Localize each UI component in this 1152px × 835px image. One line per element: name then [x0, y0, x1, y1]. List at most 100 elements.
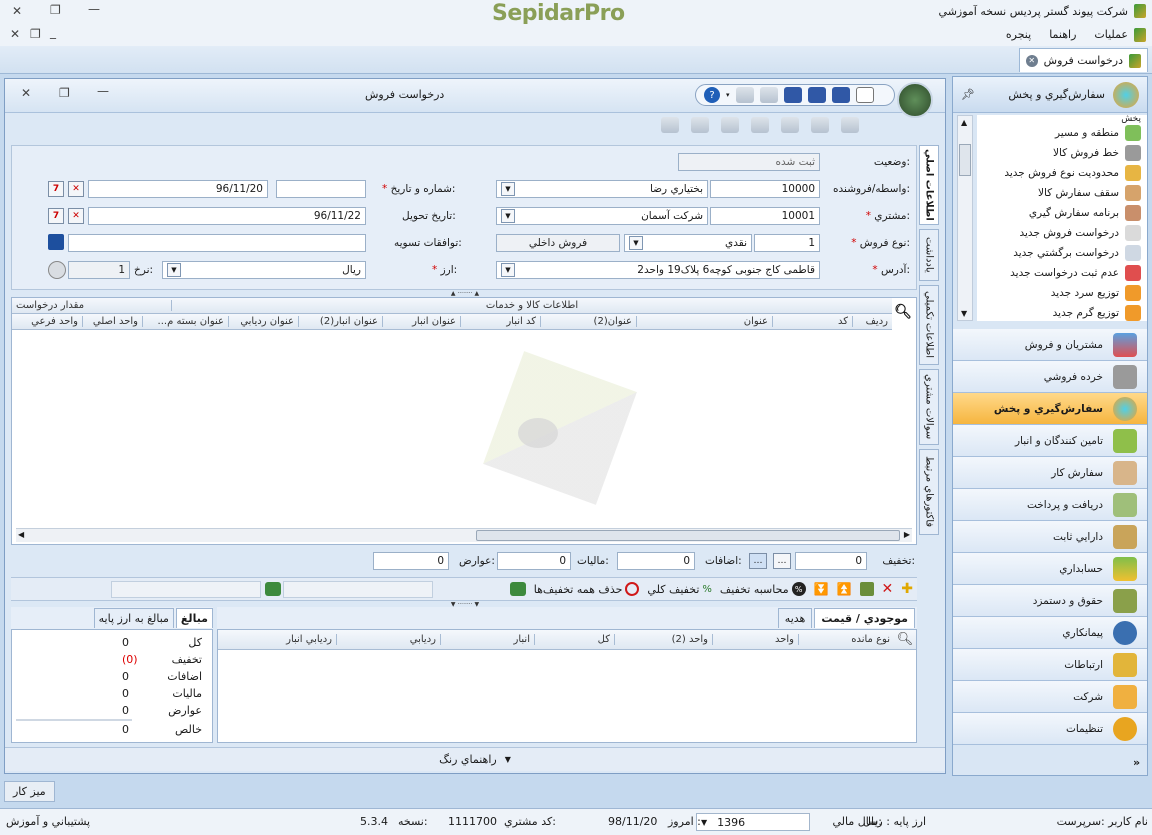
delivery-date-field[interactable]: 96/11/22: [88, 207, 366, 225]
scroll-thumb[interactable]: [959, 144, 971, 176]
module-communications[interactable]: ارتباطات: [953, 649, 1147, 681]
vtab-related-invoices[interactable]: فاکتورهاي مرتبط: [919, 449, 939, 535]
save-icon[interactable]: [48, 234, 64, 250]
total-discount-button[interactable]: % تخفيف کلي: [647, 583, 712, 596]
search-icon[interactable]: 🔍︎: [894, 304, 912, 320]
duties-field[interactable]: 0: [373, 552, 449, 570]
chevron-down-icon[interactable]: ▼: [501, 182, 515, 196]
camera-add-icon[interactable]: [661, 117, 679, 133]
chevron-down-icon[interactable]: ▼: [501, 209, 515, 223]
scroll-thumb[interactable]: [476, 530, 900, 541]
calendar-icon[interactable]: 7: [48, 208, 64, 224]
vtab-main-info[interactable]: اطلاعات اصلي: [919, 145, 939, 225]
print-icon[interactable]: [735, 87, 754, 103]
new-document-icon[interactable]: [855, 87, 874, 103]
module-customers-sales[interactable]: مشتريان و فروش: [953, 329, 1147, 361]
camera-check-icon[interactable]: [841, 117, 859, 133]
module-contracting[interactable]: پيمانکاري: [953, 617, 1147, 649]
agent-name-field[interactable]: ▼ بختياري رضا: [496, 180, 708, 198]
discount-more-button[interactable]: …: [773, 553, 791, 569]
chevron-down-icon[interactable]: ▼: [167, 263, 181, 277]
camera-settings-icon[interactable]: [781, 117, 799, 133]
module-accounting[interactable]: حسابداري: [953, 553, 1147, 585]
col-code[interactable]: کد: [772, 316, 852, 327]
module-receipts-payments[interactable]: دريافت و پرداخت: [953, 489, 1147, 521]
delete-row-icon[interactable]: ✕: [882, 581, 894, 597]
module-company[interactable]: شرکت: [953, 681, 1147, 713]
tree-item[interactable]: توزيع سرد جديد: [977, 283, 1147, 303]
sale-type-name-field[interactable]: ▼ نقدي: [624, 234, 752, 252]
rate-refresh-icon[interactable]: [48, 261, 66, 279]
chevron-down-icon[interactable]: ▼: [629, 236, 643, 250]
discount-field[interactable]: 0: [795, 552, 867, 570]
tree-item[interactable]: توزيع گرم جديد: [977, 303, 1147, 321]
agent-code-field[interactable]: 10000: [710, 180, 820, 198]
tree-item[interactable]: منطقه و مسير: [977, 123, 1147, 143]
tree-item[interactable]: عدم ثبت درخواست جديد: [977, 263, 1147, 283]
close-icon[interactable]: ✕: [10, 27, 20, 41]
additions-more-button[interactable]: …: [749, 553, 767, 569]
add-row-icon[interactable]: ✚: [901, 581, 913, 597]
vtab-customer-questions[interactable]: سوالات مشتري: [919, 369, 939, 445]
help-icon[interactable]: ?: [704, 87, 720, 103]
col-warehouse-title[interactable]: عنوان انبار: [382, 316, 460, 327]
tree-item[interactable]: خط فروش کالا: [977, 143, 1147, 163]
col-balance-type[interactable]: نوع مانده: [798, 634, 894, 645]
address-field[interactable]: ▼ قاطمی کاج جنوبی کوچه6 پلاک19 واحد2: [496, 261, 820, 279]
menu-operations[interactable]: عمليات: [1094, 28, 1128, 41]
tree-item[interactable]: درخواست برگشتي جديد: [977, 243, 1147, 263]
calendar-icon[interactable]: 7: [48, 181, 64, 197]
vtab-notes[interactable]: يادداشت: [919, 229, 939, 281]
support-link[interactable]: پشتيباني و آموزش: [6, 815, 90, 828]
scroll-left-icon[interactable]: ◀: [18, 530, 24, 539]
module-settings[interactable]: تنظيمات: [953, 713, 1147, 745]
calc-discount-button[interactable]: % محاسبه تخفيف: [720, 582, 806, 596]
color-guide-bar[interactable]: راهنماي رنگ ▼: [5, 747, 945, 771]
module-retail[interactable]: خرده فروشي: [953, 361, 1147, 393]
close-tab-icon[interactable]: ✕: [1025, 54, 1038, 67]
vtab-extra-info[interactable]: اطلاعات تکميلي: [919, 285, 939, 365]
sale-type-code-field[interactable]: 1: [754, 234, 820, 252]
tree-item[interactable]: سقف سفارش کالا: [977, 183, 1147, 203]
col-tracking[interactable]: رديابي: [336, 634, 440, 645]
menu-help[interactable]: راهنما: [1049, 28, 1076, 41]
menu-window[interactable]: پنجره: [1006, 28, 1031, 41]
col-warehouse[interactable]: انبار: [440, 634, 534, 645]
col-tracking-title[interactable]: عنوان رديابي: [228, 316, 298, 327]
pin-icon[interactable]: 📌︎: [961, 88, 975, 101]
module-payroll[interactable]: حقوق و دستمزد: [953, 585, 1147, 617]
fiscal-year-select[interactable]: ▼ 1396: [696, 813, 810, 831]
camera-history-icon[interactable]: [811, 117, 829, 133]
scroll-down-icon[interactable]: ▼: [961, 309, 967, 318]
col-main-unit[interactable]: واحد اصلي: [82, 316, 142, 327]
lock-icon[interactable]: [859, 582, 874, 596]
col-total[interactable]: کل: [534, 634, 614, 645]
camera-alert-icon[interactable]: [721, 117, 739, 133]
tab-amounts[interactable]: مبالغ: [175, 608, 213, 628]
currency-field[interactable]: ▼ ريال: [162, 261, 366, 279]
close-icon[interactable]: ✕: [12, 4, 22, 18]
module-fixed-assets[interactable]: دارايي ثابت: [953, 521, 1147, 553]
module-ordering-distribution[interactable]: سفارش‌گيري و پخش: [953, 393, 1147, 425]
customer-name-field[interactable]: ▼ شرکت آسمان: [496, 207, 708, 225]
clear-date-icon[interactable]: ✕: [68, 181, 84, 197]
money-icon[interactable]: [509, 582, 526, 596]
copy-icon[interactable]: [759, 87, 778, 103]
camera-icon[interactable]: [691, 117, 709, 133]
rate-field[interactable]: 1: [68, 261, 130, 279]
minimize-icon[interactable]: —: [88, 2, 100, 16]
save-close-icon[interactable]: [831, 87, 850, 103]
tab-gift[interactable]: هديه: [777, 608, 813, 628]
col-sub-unit[interactable]: واحد فرعي: [22, 316, 82, 327]
search-icon[interactable]: 🔍︎: [894, 632, 916, 647]
date-field[interactable]: 96/11/20: [88, 180, 268, 198]
number-field[interactable]: [276, 180, 366, 198]
save-as-icon[interactable]: [807, 87, 826, 103]
tax-field[interactable]: 0: [497, 552, 571, 570]
splitter-handle[interactable]: ▲ ········ ▲: [425, 290, 505, 297]
horizontal-scrollbar[interactable]: ◀ ▶: [16, 528, 912, 542]
col-unit2[interactable]: واحد (2): [614, 634, 712, 645]
scroll-right-icon[interactable]: ▶: [904, 530, 910, 539]
save-icon[interactable]: [783, 87, 802, 103]
scroll-up-icon[interactable]: ▲: [961, 118, 967, 127]
